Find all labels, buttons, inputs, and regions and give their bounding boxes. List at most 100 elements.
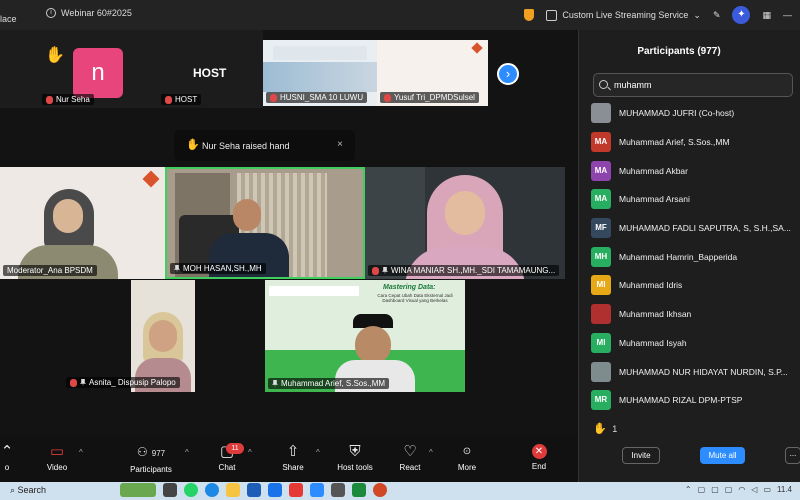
participant-row[interactable]: MI Muhammad Isyah: [591, 329, 800, 358]
wifi-icon[interactable]: ◠: [738, 485, 745, 494]
participant-name-label: Yusuf Tri_DPMDSulsel: [380, 92, 479, 103]
battery-icon[interactable]: ▭: [763, 485, 771, 494]
participant-row[interactable]: MUHAMMAD NUR HIDAYAT NURDIN, S.P...: [591, 357, 800, 386]
participant-name: MUHAMMAD FADLI SAPUTRA, S, S.H.,SA...: [619, 223, 791, 234]
invite-button[interactable]: Invite: [622, 447, 660, 464]
participant-name: Muhammad Ikhsan: [619, 309, 692, 320]
participant-search-input[interactable]: muhamm: [593, 73, 793, 97]
close-notification-button[interactable]: ×: [337, 139, 343, 150]
edit-icon[interactable]: ✎: [713, 10, 721, 21]
chat-options-caret[interactable]: ^: [248, 448, 252, 457]
share-options-caret[interactable]: ^: [316, 448, 320, 457]
ai-companion-icon[interactable]: ✦: [732, 6, 751, 24]
tray-app-icon[interactable]: ▢: [725, 485, 733, 494]
slide-title: Mastering Data:: [383, 284, 436, 291]
store-icon[interactable]: [268, 483, 282, 497]
pin-icon: [382, 266, 388, 275]
react-options-caret[interactable]: ^: [429, 448, 433, 457]
apps-icon[interactable]: ▦: [762, 10, 771, 21]
participants-icon: ⚇ 977: [136, 445, 166, 459]
security-shield-icon[interactable]: [524, 9, 535, 21]
chevron-down-icon: ⌄: [693, 9, 701, 20]
pin-icon: [174, 264, 180, 273]
volume-icon[interactable]: ◁: [751, 485, 757, 494]
mic-muted-icon: [165, 95, 172, 104]
tray-app-icon[interactable]: ▢: [698, 485, 706, 494]
raised-hand-notification: ✋ Nur Seha raised hand ×: [174, 130, 355, 161]
participant-row[interactable]: MR MUHAMMAD RIZAL DPM-PTSP: [591, 386, 800, 415]
excel-icon[interactable]: [352, 483, 366, 497]
video-tile-host[interactable]: HOST HOST: [158, 30, 263, 108]
participant-avatar: MH: [591, 246, 611, 267]
participant-list: MUHAMMAD JUFRI (Co-host) MA Muhammad Arief…: [591, 99, 800, 415]
mic-muted-icon: [384, 93, 391, 102]
participant-row[interactable]: MA Muhammad Arsani: [591, 185, 800, 214]
person-face: [53, 199, 83, 233]
host-tools-button[interactable]: ⛨ Host tools: [332, 444, 378, 473]
participant-row[interactable]: MI Muhammad Idris: [591, 271, 800, 300]
participant-row[interactable]: MF MUHAMMAD FADLI SAPUTRA, S, S.H.,SA...: [591, 214, 800, 243]
microphone-icon: ⌃: [0, 443, 14, 460]
video-tile-moh-hasan[interactable]: MOH HASAN,SH.,MH: [165, 167, 365, 279]
whatsapp-icon[interactable]: [184, 483, 198, 497]
participant-row[interactable]: MA Muhammad Arief, S.Sos.,MM: [591, 128, 800, 157]
person-face: [149, 320, 177, 352]
participant-avatar: MF: [591, 218, 611, 239]
next-page-button[interactable]: ›: [497, 63, 519, 85]
chevron-up-icon[interactable]: ⌃: [685, 485, 692, 494]
meeting-info[interactable]: i Webinar 60#2025: [46, 8, 132, 18]
tray-app-icon[interactable]: ▢: [711, 485, 719, 494]
search-icon: [599, 80, 608, 89]
edge-browser-icon[interactable]: [205, 483, 219, 497]
powerpoint-icon[interactable]: [373, 483, 387, 497]
react-button[interactable]: ♡ React: [395, 444, 425, 473]
more-button[interactable]: ⊙ More: [452, 444, 482, 472]
avatar: n: [73, 48, 123, 98]
end-meeting-button[interactable]: ✕ End: [525, 444, 553, 471]
mute-all-button[interactable]: Mute all: [700, 447, 745, 464]
word-icon[interactable]: [247, 483, 261, 497]
app-name: lace: [0, 14, 17, 24]
video-tile-muhammad-arief[interactable]: Mastering Data: Cara Cepat Ubah Data Eks…: [265, 280, 465, 392]
zoom-icon[interactable]: [310, 483, 324, 497]
participant-name: Muhammad Akbar: [619, 165, 688, 176]
panel-more-button[interactable]: ...: [785, 447, 800, 464]
title-bar: lace i Webinar 60#2025 Custom Live Strea…: [0, 0, 800, 30]
participant-row[interactable]: Muhammad Ikhsan: [591, 300, 800, 329]
weather-widget-icon[interactable]: [120, 483, 156, 497]
share-button[interactable]: ⇧ Share: [278, 444, 308, 473]
pin-icon: [272, 379, 278, 388]
participants-options-caret[interactable]: ^: [185, 448, 189, 457]
video-off-icon: ▭: [49, 443, 65, 460]
chat-unread-badge: 11: [226, 443, 244, 454]
minimize-icon[interactable]: —: [783, 10, 792, 20]
video-tile-asnita[interactable]: [131, 280, 195, 392]
titlebar-actions: Custom Live Streaming Service ⌄ ✎ ✦ ▦ —: [524, 5, 792, 25]
task-view-icon[interactable]: [163, 483, 177, 497]
video-tile-nur-seha[interactable]: ✋ n Nur Seha: [0, 30, 158, 108]
video-options-caret[interactable]: ^: [79, 448, 83, 457]
participant-row[interactable]: MA Muhammad Akbar: [591, 156, 800, 185]
video-tile-moderator[interactable]: Moderator_Ana BPSDM: [0, 167, 165, 279]
video-tile-yusuf[interactable]: Yusuf Tri_DPMDSulsel: [377, 40, 488, 106]
participant-avatar: MA: [591, 160, 611, 181]
video-tile-husni[interactable]: HUSNI_SMA 10 LUWU: [263, 40, 377, 106]
participant-avatar: MI: [591, 275, 611, 296]
participant-avatar: MI: [591, 332, 611, 353]
app-dark-icon[interactable]: [331, 483, 345, 497]
participants-panel: Participants (977) muhamm MUHAMMAD JUFRI…: [578, 30, 800, 482]
participant-name: MUHAMMAD JUFRI (Co-host): [619, 108, 735, 119]
audio-button[interactable]: ⌃ o: [0, 443, 14, 473]
participant-row[interactable]: MUHAMMAD JUFRI (Co-host): [591, 99, 800, 128]
video-tile-wina-maniar[interactable]: WINA MANIAR SH.,MH._SDI TAMAMAUNG...: [365, 167, 565, 279]
file-explorer-icon[interactable]: [226, 483, 240, 497]
app-red-icon[interactable]: [289, 483, 303, 497]
streaming-status[interactable]: Custom Live Streaming Service ⌄: [546, 9, 701, 21]
taskbar-search[interactable]: ⌕ Search: [10, 485, 46, 496]
system-tray: ⌃ ▢ ▢ ▢ ◠ ◁ ▭ 11.4: [685, 485, 792, 494]
clock[interactable]: 11.4: [777, 485, 792, 494]
sponsor-logos: [269, 286, 359, 296]
video-button[interactable]: ▭ Video: [42, 443, 72, 473]
participants-button[interactable]: ⚇ 977 Participants: [124, 444, 178, 474]
participant-row[interactable]: MH Muhammad Hamrin_Bapperida: [591, 242, 800, 271]
